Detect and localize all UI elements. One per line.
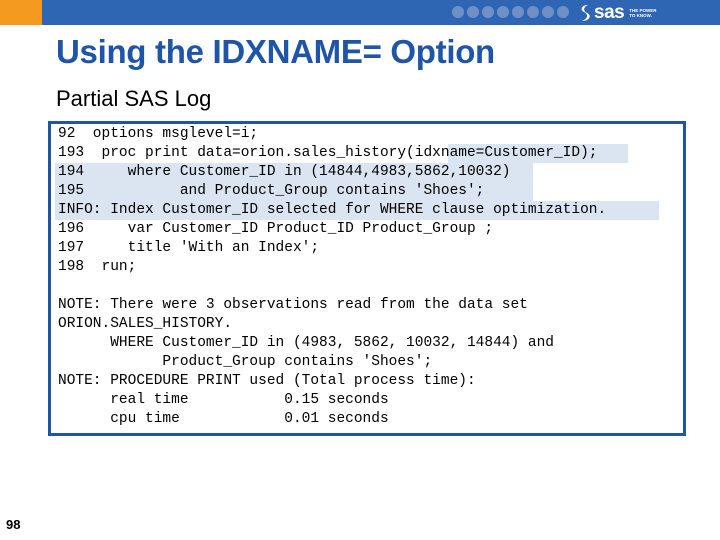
log-line: 195 and Product_Group contains 'Shoes'; (58, 183, 485, 199)
slide-title: Using the IDXNAME= Option (56, 33, 495, 70)
sas-logo: sas THE POWER TO KNOW. (578, 2, 659, 23)
log-line: 196 var Customer_ID Product_ID Product_G… (58, 221, 494, 237)
log-line: 198 run; (58, 259, 137, 275)
logo-wordmark: sas (594, 2, 625, 23)
slide-number: 98 (6, 517, 21, 532)
dot-icon (497, 6, 509, 18)
decorative-dots (452, 5, 569, 19)
log-note-line: NOTE: There were 3 observations read fro… (58, 297, 528, 313)
header-accent (0, 0, 42, 25)
log-line: 197 title 'With an Index'; (58, 240, 320, 256)
logo-tagline: THE POWER TO KNOW. (629, 7, 657, 18)
log-line: 193 proc print data=orion.sales_history(… (58, 145, 598, 161)
log-note-line: NOTE: PROCEDURE PRINT used (Total proces… (58, 373, 476, 389)
log-line: Product_Group contains 'Shoes'; (58, 354, 433, 370)
slide-subtitle: Partial SAS Log (56, 86, 212, 111)
log-line: WHERE Customer_ID in (4983, 5862, 10032,… (58, 335, 554, 351)
dot-icon (512, 6, 524, 18)
sas-swirl-icon (581, 4, 590, 21)
sas-log-panel: 92 options msglevel=i; 193 proc print da… (48, 121, 686, 436)
dot-icon (452, 6, 464, 18)
log-line: real time 0.15 seconds (58, 392, 389, 408)
log-line: cpu time 0.01 seconds (58, 411, 389, 427)
dot-icon (527, 6, 539, 18)
log-line: 194 where Customer_ID in (14844,4983,586… (58, 164, 511, 180)
dot-icon (482, 6, 494, 18)
dot-icon (542, 6, 554, 18)
log-line: 92 options msglevel=i; (58, 126, 259, 142)
log-line: ORION.SALES_HISTORY. (58, 316, 233, 332)
dot-icon (467, 6, 479, 18)
log-info-line: INFO: Index Customer_ID selected for WHE… (58, 202, 607, 218)
dot-icon (557, 6, 569, 18)
